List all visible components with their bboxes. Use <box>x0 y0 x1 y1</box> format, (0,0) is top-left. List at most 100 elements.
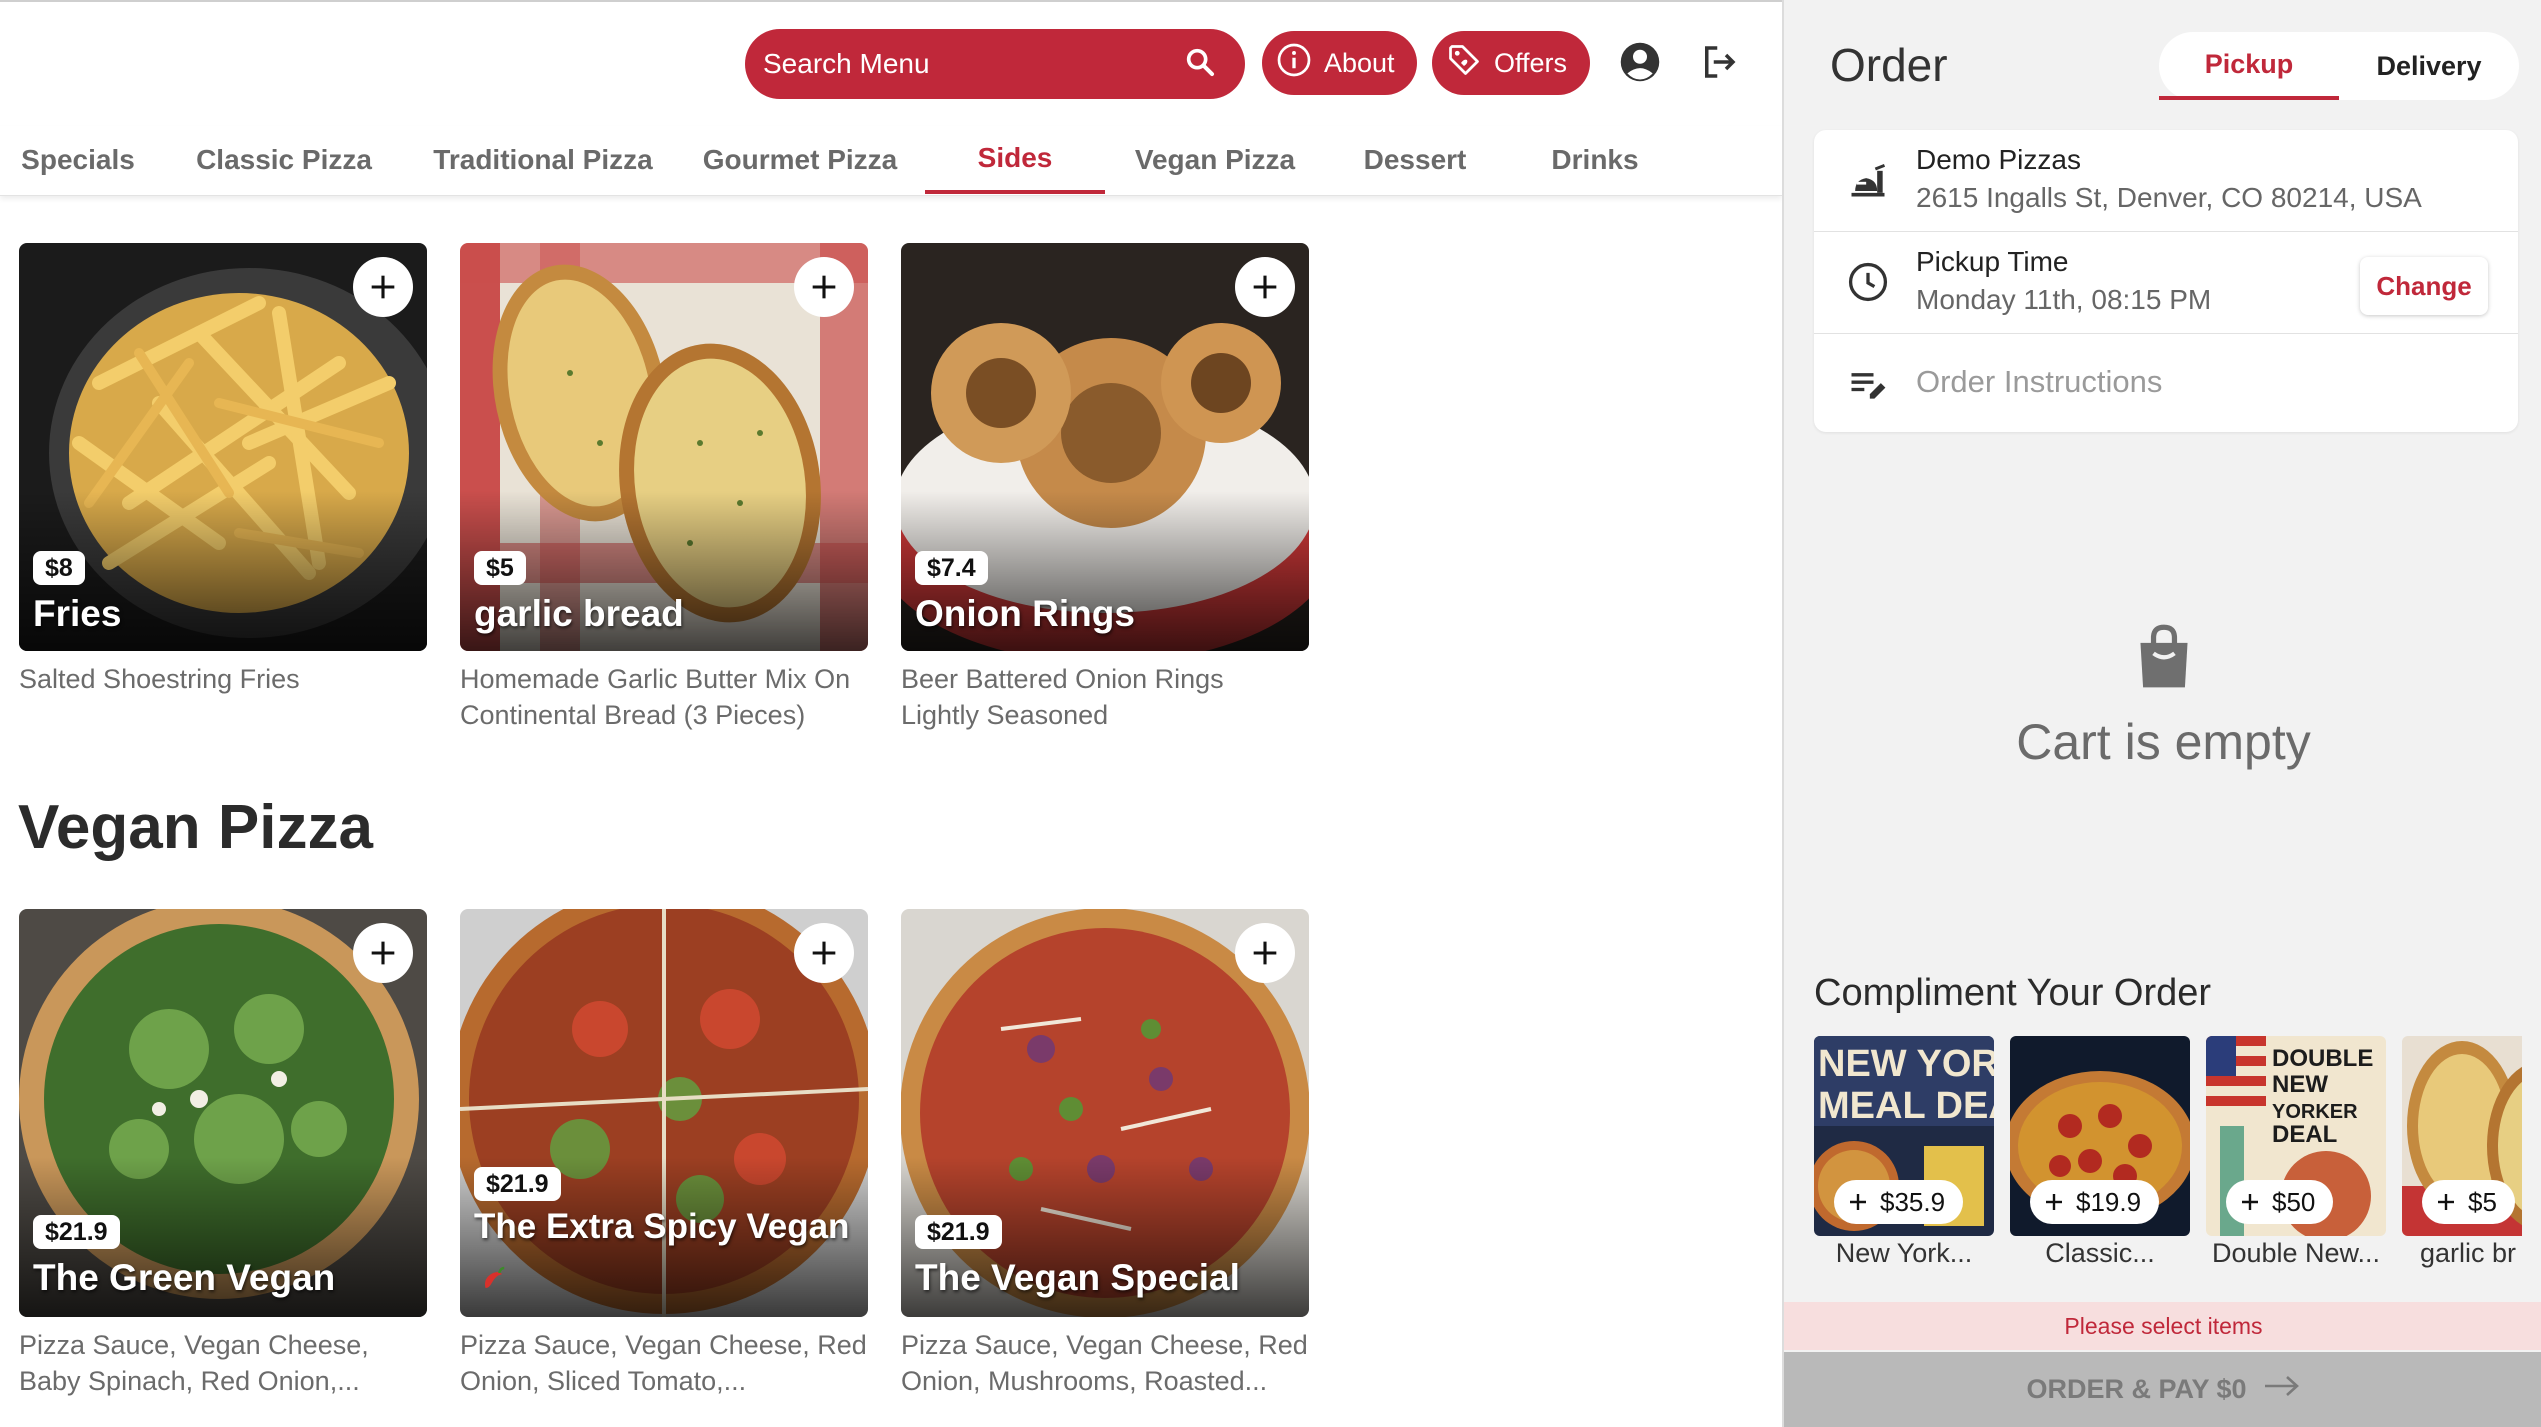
restaurant-icon <box>1846 158 1890 202</box>
order-pay-label: ORDER & PAY $0 <box>2026 1374 2247 1404</box>
logout-icon[interactable] <box>1697 40 1741 84</box>
cart-empty-text: Cart is empty <box>2016 714 2311 770</box>
order-instructions-input[interactable]: Order Instructions <box>1814 334 2518 432</box>
category-nav: Specials Classic Pizza Traditional Pizza… <box>0 126 1782 196</box>
store-name: Demo Pizzas <box>1916 144 2081 175</box>
product-name: The Vegan Special <box>915 1257 1240 1298</box>
add-icon[interactable] <box>1235 923 1295 983</box>
search-icon <box>1183 45 1217 84</box>
order-info-card: Demo Pizzas 2615 Ingalls St, Denver, CO … <box>1814 130 2518 432</box>
pickup-time-value: Monday 11th, 08:15 PM <box>1916 284 2212 315</box>
tab-gourmet-pizza[interactable]: Gourmet Pizza <box>690 126 910 194</box>
product-card-vegan-special[interactable]: $21.9 The Vegan Special Pizza Sauce, Veg… <box>901 909 1309 1399</box>
store-address: 2615 Ingalls St, Denver, CO 80214, USA <box>1916 182 2422 213</box>
add-icon[interactable] <box>794 923 854 983</box>
change-time-button[interactable]: Change <box>2360 257 2488 315</box>
add-icon <box>2438 1194 2454 1210</box>
arrow-right-icon <box>2263 1374 2301 1405</box>
product-card-garlic-bread[interactable]: $5 garlic bread Homemade Garlic Butter M… <box>460 243 868 733</box>
offers-label: Offers <box>1494 47 1568 78</box>
about-label: About <box>1324 47 1395 78</box>
compliment-name: Double New... <box>2211 1238 2381 1268</box>
product-card-green-vegan[interactable]: $21.9 The Green Vegan Pizza Sauce, Vegan… <box>19 909 427 1399</box>
compliment-image: DOUBLE NEW YORKER DEAL $50 <box>2206 1036 2386 1236</box>
account-icon[interactable] <box>1618 40 1662 84</box>
edit-notes-icon <box>1846 362 1890 406</box>
product-description: Beer Battered Onion Rings Lightly Season… <box>901 664 1224 730</box>
add-icon[interactable] <box>353 923 413 983</box>
add-icon[interactable] <box>794 257 854 317</box>
order-sidebar: Order Pickup Delivery Demo Pizzas 2615 I… <box>1782 0 2541 1427</box>
tab-vegan-pizza[interactable]: Vegan Pizza <box>1120 126 1310 194</box>
compliment-title: Compliment Your Order <box>1814 972 2212 1014</box>
order-title: Order <box>1830 39 1948 91</box>
product-card-extra-spicy-vegan[interactable]: $21.9 The Extra Spicy Vegan Pizza Sauce,… <box>460 909 868 1399</box>
offers-button[interactable]: Offers <box>1432 31 1590 95</box>
top-bar: Search Menu About Offers <box>0 2 1782 122</box>
add-icon <box>2242 1194 2258 1210</box>
compliment-item-classic[interactable]: $19.9 Classic... <box>2010 1036 2190 1269</box>
order-mode-toggle: Pickup Delivery <box>2159 32 2519 100</box>
compliment-name: Classic... <box>2045 1238 2155 1268</box>
about-button[interactable]: About <box>1262 31 1417 95</box>
compliment-item-new-york[interactable]: NEW YORK MEAL DEAL $35.9 New York... <box>1814 1036 1994 1269</box>
product-name: Fries <box>33 593 122 634</box>
shopping-bag-icon <box>2132 624 2196 694</box>
product-card-fries[interactable]: $8 Fries Salted Shoestring Fries <box>19 243 427 697</box>
price-badge: $8 <box>33 551 85 585</box>
tab-drinks[interactable]: Drinks <box>1510 126 1680 194</box>
compliment-name: New York... <box>1835 1238 1973 1268</box>
compliment-item-double-new-yorker[interactable]: DOUBLE NEW YORKER DEAL $50 Double New... <box>2206 1036 2386 1269</box>
add-icon <box>2046 1194 2062 1210</box>
info-icon <box>1276 42 1312 85</box>
product-card-onion-rings[interactable]: $7.4 Onion Rings Beer Battered Onion Rin… <box>901 243 1309 733</box>
product-description: Pizza Sauce, Vegan Cheese, Red Onion, Mu… <box>901 1330 1308 1396</box>
add-icon[interactable] <box>353 257 413 317</box>
delivery-tab[interactable]: Delivery <box>2339 32 2519 100</box>
order-pay-button[interactable]: ORDER & PAY $0 <box>1784 1352 2541 1427</box>
pickup-tab[interactable]: Pickup <box>2159 32 2339 100</box>
compliment-add-button[interactable]: $50 <box>2226 1180 2334 1224</box>
product-name: garlic bread <box>474 593 684 634</box>
tab-sides[interactable]: Sides <box>925 126 1105 194</box>
compliment-add-button[interactable]: $35.9 <box>1834 1180 1964 1224</box>
product-image: $7.4 Onion Rings <box>901 243 1309 651</box>
compliment-price: $50 <box>2272 1186 2316 1217</box>
pickup-time-label: Pickup Time <box>1916 246 2069 277</box>
select-items-notice: Please select items <box>1784 1302 2541 1350</box>
tab-traditional-pizza[interactable]: Traditional Pizza <box>418 126 668 194</box>
product-name: Onion Rings <box>915 593 1135 634</box>
compliment-item-garlic-bread[interactable]: $5 garlic br <box>2402 1036 2522 1269</box>
price-badge: $21.9 <box>915 1215 1002 1249</box>
tab-dessert[interactable]: Dessert <box>1330 126 1500 194</box>
tag-icon <box>1446 42 1482 85</box>
svg-text:NEW YORK: NEW YORK <box>1818 1043 1994 1085</box>
price-badge: $5 <box>474 551 526 585</box>
instructions-placeholder: Order Instructions <box>1916 364 2163 399</box>
svg-text:MEAL DEAL: MEAL DEAL <box>1818 1085 1994 1127</box>
svg-text:NEW: NEW <box>2272 1071 2328 1098</box>
svg-text:DEAL: DEAL <box>2272 1121 2337 1148</box>
search-input[interactable]: Search Menu <box>745 29 1245 99</box>
tab-specials[interactable]: Specials <box>0 126 156 194</box>
compliment-image: NEW YORK MEAL DEAL $35.9 <box>1814 1036 1994 1236</box>
compliment-price: $35.9 <box>1880 1186 1946 1217</box>
compliment-add-button[interactable]: $19.9 <box>2030 1180 2160 1224</box>
compliment-price: $19.9 <box>2076 1186 2142 1217</box>
compliment-add-button[interactable]: $5 <box>2422 1180 2515 1224</box>
product-description: Homemade Garlic Butter Mix On Continenta… <box>460 664 851 730</box>
svg-text:YORKER: YORKER <box>2272 1101 2358 1123</box>
compliment-name: garlic br <box>2420 1238 2517 1268</box>
section-title: Vegan Pizza <box>18 793 373 862</box>
product-image: $21.9 The Vegan Special <box>901 909 1309 1317</box>
product-name: The Extra Spicy Vegan <box>474 1207 850 1246</box>
product-description: Pizza Sauce, Vegan Cheese, Baby Spinach,… <box>19 1330 369 1396</box>
menu-panel: Search Menu About Offers Specials Classi… <box>0 0 1782 1427</box>
tab-classic-pizza[interactable]: Classic Pizza <box>185 126 383 194</box>
pickup-time-row: Pickup Time Monday 11th, 08:15 PM Change <box>1814 232 2518 334</box>
product-description: Pizza Sauce, Vegan Cheese, Red Onion, Sl… <box>460 1330 867 1396</box>
product-description: Salted Shoestring Fries <box>19 664 300 694</box>
empty-cart: Cart is empty <box>1784 622 2541 771</box>
search-placeholder: Search Menu <box>763 48 930 79</box>
add-icon[interactable] <box>1235 257 1295 317</box>
